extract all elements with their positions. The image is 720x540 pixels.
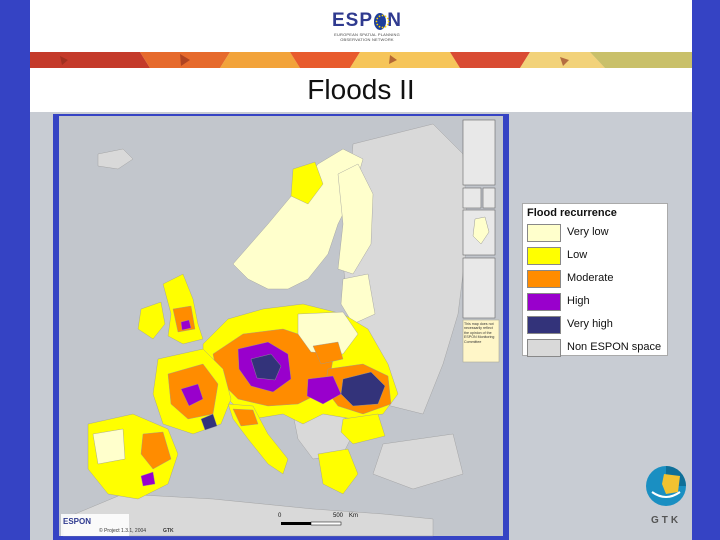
- legend-label: High: [567, 295, 590, 307]
- iberia-very-low: [92, 428, 126, 465]
- legend-swatch: [527, 316, 561, 334]
- espon-logo: ESP N EUROPEAN SPATIAL PLANNING OBSERVAT…: [332, 10, 402, 46]
- disclaimer-text: This map does not necessarily reflect th…: [464, 322, 495, 344]
- slide-title: Floods II: [307, 74, 415, 105]
- inset-guadeloupe: [462, 187, 482, 209]
- legend-title: Flood recurrence: [527, 207, 617, 219]
- legend-label: Very high: [567, 318, 613, 330]
- scale-bar: [281, 521, 342, 526]
- inset-reunion: [462, 257, 496, 319]
- inset-martinique: [482, 187, 496, 209]
- legend-item-moderate: Moderate: [527, 270, 665, 288]
- legend-label: Non ESPON space: [567, 341, 662, 353]
- logo-subtitle: EUROPEAN SPATIAL PLANNING OBSERVATION NE…: [334, 32, 400, 42]
- legend-label: Very low: [567, 226, 609, 238]
- gtk-logo: GTK: [642, 464, 690, 530]
- scale-zero: 0: [278, 513, 282, 519]
- map-legend: Flood recurrence Very low Low Moderate H…: [522, 203, 668, 357]
- flood-map: This map does not necessarily reflect th…: [53, 114, 509, 540]
- credit-logo-sub: GTK: [163, 528, 174, 534]
- header: ESP N EUROPEAN SPATIAL PLANNING OBSERVAT…: [30, 0, 692, 53]
- scale-unit: Km: [349, 513, 358, 519]
- uk-high: [180, 319, 192, 331]
- title-bar: Floods II: [30, 68, 692, 112]
- legend-label: Moderate: [567, 272, 614, 284]
- legend-swatch: [527, 293, 561, 311]
- legend-item-very-low: Very low: [527, 224, 665, 242]
- header-map-strip: [30, 52, 692, 68]
- legend-swatch: [527, 339, 561, 357]
- legend-swatch: [527, 224, 561, 242]
- logo-text-left: ESP: [332, 10, 374, 31]
- legend-item-low: Low: [527, 247, 665, 265]
- scale-end: 500: [333, 513, 344, 519]
- legend-item-high: High: [527, 293, 665, 311]
- legend-item-very-high: Very high: [527, 316, 665, 334]
- inset-canarias: [462, 119, 496, 186]
- credit-text: © Project 1.3.1, 2004: [99, 528, 147, 534]
- legend-label: Low: [567, 249, 588, 261]
- eu-stars-icon: [374, 12, 390, 30]
- legend-item-non-espon: Non ESPON space: [527, 339, 665, 357]
- legend-swatch: [527, 247, 561, 265]
- credit-logo-text: ESPON: [63, 517, 92, 526]
- legend-swatch: [527, 270, 561, 288]
- gtk-globe-icon: [646, 466, 686, 506]
- gtk-text: GTK: [650, 515, 682, 526]
- slide: ESP N EUROPEAN SPATIAL PLANNING OBSERVAT…: [30, 0, 692, 540]
